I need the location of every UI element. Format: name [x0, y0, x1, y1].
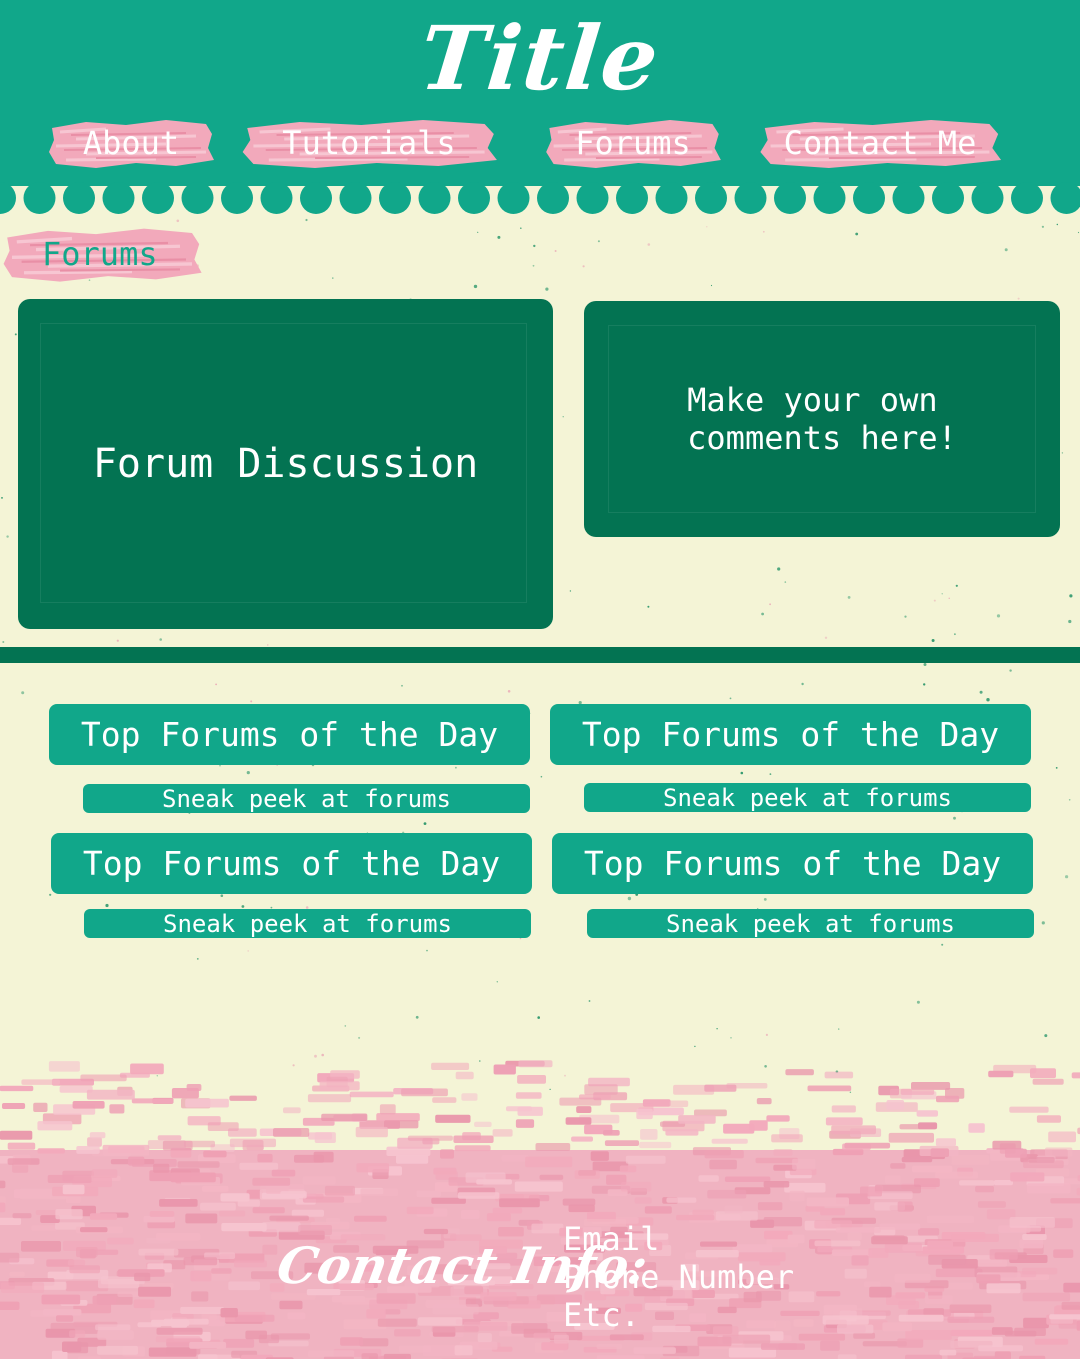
sneak-peek-link[interactable]: Sneak peek at forums [584, 783, 1031, 812]
nav-forums-label: Forums [575, 124, 691, 162]
contact-info-list: Email Phone Number Etc. [563, 1220, 794, 1334]
top-forums-title: Top Forums of the Day [82, 844, 501, 883]
sneak-peek-label: Sneak peek at forums [663, 783, 952, 812]
top-forums-card[interactable]: Top Forums of the Day [552, 833, 1033, 894]
scalloped-border [0, 176, 1080, 214]
sneak-peek-label: Sneak peek at forums [163, 909, 452, 938]
panel-inner-frame [40, 323, 527, 603]
site-header: Title About Tutorials Forums Contact Me [0, 0, 1080, 186]
nav-tutorials-label: Tutorials [282, 124, 456, 162]
contact-phone[interactable]: Phone Number [563, 1258, 794, 1296]
nav-about-label: About [82, 124, 180, 162]
nav-forums[interactable]: Forums [543, 114, 723, 172]
sneak-peek-link[interactable]: Sneak peek at forums [587, 909, 1034, 938]
breadcrumb: Forums [0, 222, 204, 286]
top-forums-card[interactable]: Top Forums of the Day [550, 704, 1031, 765]
section-divider [0, 647, 1080, 663]
contact-email[interactable]: Email [563, 1220, 794, 1258]
nav-contact-me-label: Contact Me [783, 124, 977, 162]
top-forums-title: Top Forums of the Day [80, 715, 499, 754]
top-forums-title: Top Forums of the Day [583, 844, 1002, 883]
forum-discussion-panel[interactable]: Forum Discussion [18, 299, 553, 629]
top-forums-card[interactable]: Top Forums of the Day [51, 833, 532, 894]
sneak-peek-link[interactable]: Sneak peek at forums [84, 909, 531, 938]
sneak-peek-link[interactable]: Sneak peek at forums [83, 784, 530, 813]
comments-panel[interactable]: Make your own comments here! [584, 301, 1060, 537]
breadcrumb-label: Forums [42, 235, 158, 273]
nav-contact-me[interactable]: Contact Me [756, 114, 1004, 172]
site-title: Title [415, 6, 665, 110]
top-forums-title: Top Forums of the Day [581, 715, 1000, 754]
top-forums-card[interactable]: Top Forums of the Day [49, 704, 530, 765]
contact-etc: Etc. [563, 1296, 641, 1334]
sneak-peek-label: Sneak peek at forums [666, 909, 955, 938]
nav-about[interactable]: About [46, 114, 216, 172]
nav-tutorials[interactable]: Tutorials [238, 114, 500, 172]
sneak-peek-label: Sneak peek at forums [162, 784, 451, 813]
panel-inner-frame [608, 325, 1036, 513]
footer-brush-pattern [0, 1060, 1080, 1359]
